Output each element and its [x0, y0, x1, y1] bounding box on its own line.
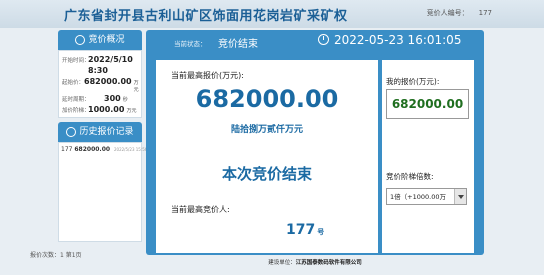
status-label: 当前状态：	[174, 40, 207, 48]
status-value: 竞价结束	[218, 39, 258, 50]
history-panel: 177 682000.00 2022/5/23 15:56:55	[58, 142, 154, 242]
highest-bidder-number: 177 号	[286, 222, 325, 238]
bidder-value: 177	[478, 9, 492, 17]
overview-panel: 开始时间： 2022/5/10 8:30 起始价： 682000.00 万元 延时…	[58, 50, 142, 118]
history-panel-header: 历史报价记录	[58, 122, 142, 142]
highest-price: 682000.00	[195, 85, 339, 113]
info-icon	[75, 34, 86, 45]
step-multiple-label: 竞价阶梯倍数:	[386, 172, 434, 181]
delay-row: 延时周期： 300 秒	[62, 94, 128, 103]
my-bid-label: 我的报价(万元):	[386, 77, 440, 86]
highest-price-words: 陆拾捌万贰仟万元	[230, 125, 303, 135]
page-header: 广东省封开县古利山矿区饰面用花岗岩矿采矿权 竞价人编号： 177	[0, 0, 544, 28]
page-title: 广东省封开县古利山矿区饰面用花岗岩矿采矿权	[64, 9, 348, 24]
left-column: 竞价概况 开始时间： 2022/5/10 8:30 起始价： 682000.00 …	[58, 30, 154, 242]
my-bid-panel: 我的报价(万元): 682000.00 竞价阶梯倍数: 1倍（+1000.00万	[382, 60, 474, 253]
chevron-down-icon[interactable]	[454, 189, 466, 204]
bidder-number: 竞价人编号： 177	[417, 8, 492, 18]
history-pagination[interactable]: 报价次数：1 第1页	[30, 250, 82, 259]
current-datetime: 2022-05-23 16:01:05	[334, 33, 462, 47]
step-row: 加价阶梯： 1000.00 万元	[62, 105, 137, 114]
step-multiple-select[interactable]: 1倍（+1000.00万	[386, 188, 467, 205]
highest-bid-panel: 当前最高报价(万元): 682000.00 陆拾捌万贰仟万元 本次竞价结束 当前…	[156, 60, 378, 253]
history-record: 177 682000.00 2022/5/23 15:56:55	[61, 146, 154, 153]
bidder-label: 竞价人编号：	[426, 9, 469, 17]
overview-panel-header: 竞价概况	[58, 30, 142, 50]
clock-icon	[318, 34, 329, 45]
highest-price-label: 当前最高报价(万元):	[171, 71, 244, 80]
main-panel: 当前状态： 竞价结束 2022-05-23 16:01:05 当前最高报价(万元…	[146, 30, 484, 255]
highest-bidder-label: 当前最高竞价人:	[171, 205, 230, 214]
my-bid-value: 682000.00	[386, 89, 469, 119]
history-icon	[66, 126, 77, 137]
auction-end-message: 本次竞价结束	[221, 165, 312, 183]
start-time-row: 开始时间： 2022/5/10 8:30	[62, 55, 133, 75]
footer: 建设单位：江苏国泰数码软件有限公司	[268, 260, 362, 266]
start-price-row: 起始价： 682000.00 万元	[62, 77, 139, 93]
